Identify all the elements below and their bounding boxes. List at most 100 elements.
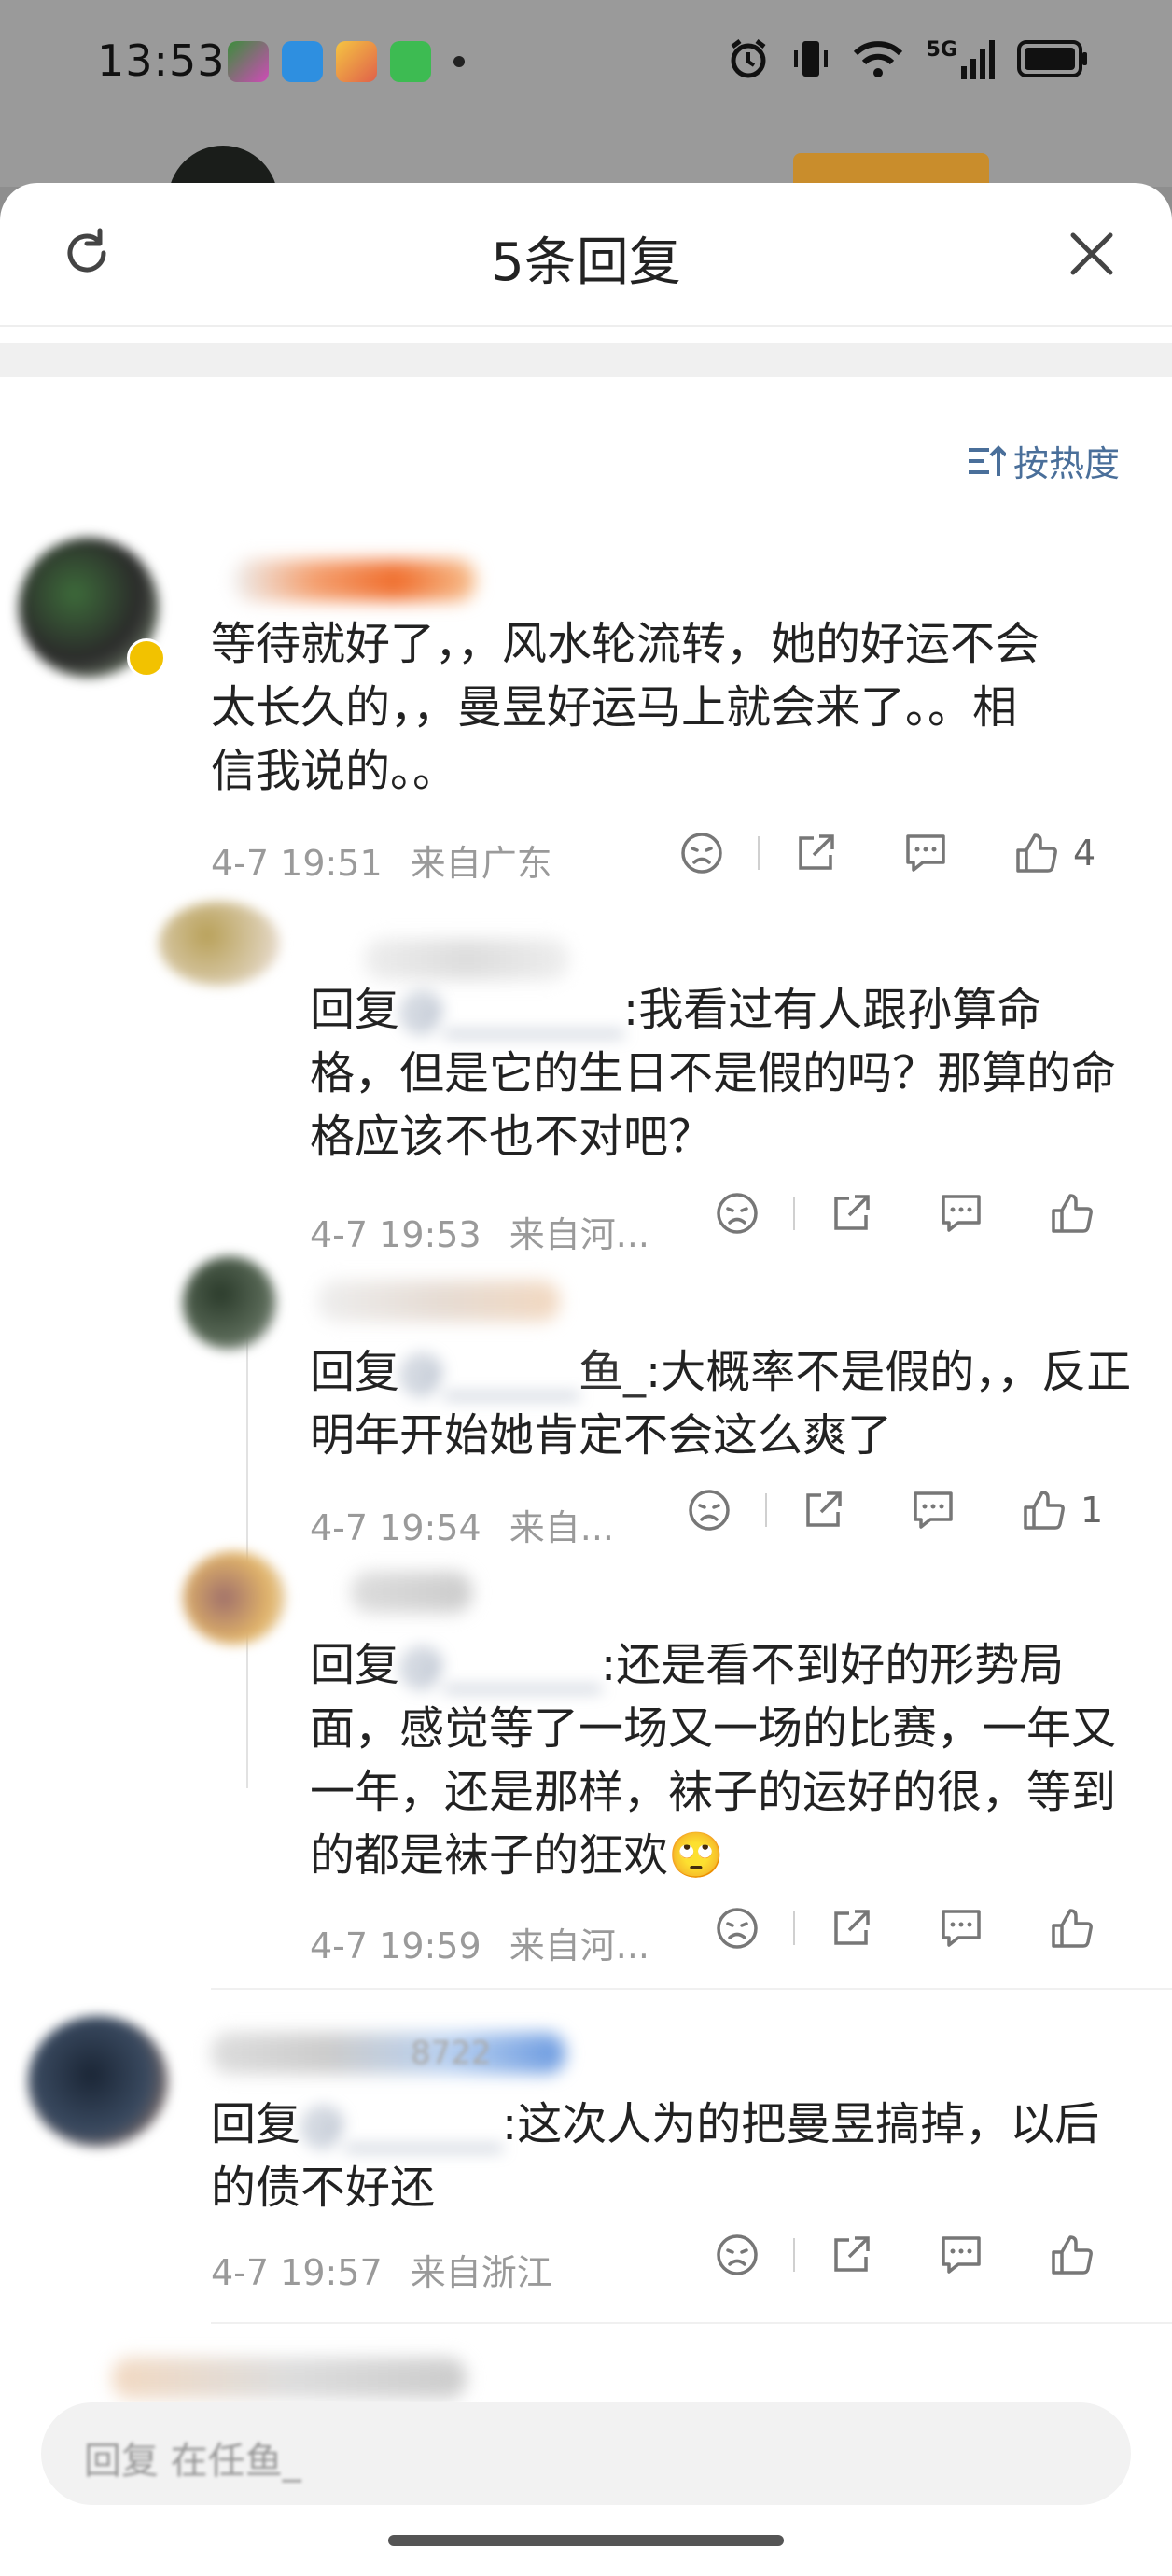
share-button[interactable] — [823, 1900, 879, 1956]
reply-text: 回复@________:我看过有人跟孙算命格，但是它的生日不是假的吗？那算的命格… — [310, 978, 1122, 1169]
like-button[interactable] — [1008, 825, 1064, 881]
battery-icon — [1017, 40, 1087, 77]
reply-prefix: 回复 — [310, 1639, 400, 1691]
wifi-icon — [853, 41, 902, 77]
reply-actions: 1 — [681, 1482, 1103, 1538]
reply-input[interactable]: 回复 在任鱼_ — [41, 2402, 1131, 2505]
reply-prefix: 回复 — [211, 2098, 301, 2150]
reply-input-placeholder: 回复 在任鱼_ — [84, 2440, 301, 2483]
home-indicator — [388, 2535, 784, 2546]
username[interactable] — [317, 1281, 560, 1322]
comment-icon — [942, 1195, 981, 1232]
like-button[interactable] — [1043, 1900, 1099, 1956]
like-button[interactable] — [1015, 1482, 1071, 1538]
divider-band — [0, 343, 1172, 377]
share-button[interactable] — [788, 825, 844, 881]
network-type: 5G — [926, 38, 957, 62]
username[interactable] — [364, 939, 569, 980]
like-count: 4 — [1073, 833, 1096, 874]
vibrate-icon — [793, 41, 828, 77]
dislike-button[interactable] — [709, 2227, 765, 2283]
action-divider — [758, 836, 760, 870]
comment-separator — [211, 2322, 1172, 2324]
action-divider — [793, 1197, 795, 1230]
action-divider — [793, 2238, 795, 2272]
share-icon — [834, 1910, 870, 1945]
comment-location: 来自广东 — [410, 843, 552, 884]
share-button[interactable] — [823, 1185, 879, 1241]
status-time: 13:53 — [97, 35, 226, 86]
like-button[interactable] — [1043, 2227, 1099, 2283]
comment-icon — [942, 1910, 981, 1947]
action-divider — [793, 1911, 795, 1945]
reply-location: 来自河... — [509, 1925, 649, 1967]
reply-mention[interactable]: @_______ — [300, 2093, 502, 2156]
username[interactable] — [351, 1572, 472, 1613]
reply-text: 回复@______鱼_:大概率不是假的，，反正明年开始她肯定不会这么爽了 — [310, 1340, 1140, 1467]
reply-location: 来自河... — [509, 1214, 649, 1255]
reply-actions — [709, 1900, 1109, 1956]
comment-actions — [709, 2227, 1109, 2283]
reply-meta: 4-7 19:53 来自河... — [310, 1206, 649, 1257]
comment-text: 等待就好了，，风水轮流转，她的好运不会太长久的，，曼昱好运马上就会来了。。相信我… — [211, 618, 1040, 797]
thumbs-up-icon — [1052, 1909, 1093, 1948]
share-button[interactable] — [795, 1482, 851, 1538]
app-notification-icon — [390, 41, 431, 82]
verified-badge-icon — [127, 638, 166, 678]
avatar[interactable] — [28, 2016, 168, 2147]
dislike-button[interactable] — [709, 1900, 765, 1956]
comment-time: 4-7 19:51 — [211, 843, 383, 884]
sheet-title: 5条回复 — [491, 232, 681, 293]
sort-icon — [968, 444, 1006, 476]
username[interactable] — [233, 560, 476, 601]
avatar[interactable] — [183, 1551, 286, 1645]
comment-time: 4-7 19:57 — [211, 2252, 383, 2293]
close-button[interactable] — [1062, 224, 1122, 284]
sheet-header: 5条回复 — [0, 183, 1172, 327]
sort-by-hot-button[interactable]: 按热度 — [967, 435, 1120, 486]
status-bar: 13:53 5G — [0, 0, 1172, 131]
share-button[interactable] — [823, 2227, 879, 2283]
thumbs-up-icon — [1016, 833, 1057, 873]
close-icon — [1070, 232, 1113, 275]
notification-icons — [228, 41, 465, 82]
reply-meta: 4-7 19:54 来自... — [310, 1499, 614, 1550]
reply-mention[interactable]: @_______ — [399, 1633, 601, 1697]
comment-meta: 4-7 19:57 来自浙江 — [211, 2244, 552, 2295]
comment-icon — [906, 834, 945, 872]
status-right: 5G — [727, 37, 1088, 80]
share-icon — [834, 1195, 870, 1230]
mention-text: 鱼_ — [579, 1346, 647, 1398]
signal-indicator: 5G — [927, 38, 995, 79]
reply-button[interactable] — [933, 1185, 989, 1241]
dislike-icon — [717, 2234, 758, 2275]
reply-time: 4-7 19:53 — [310, 1214, 481, 1255]
reply-button[interactable] — [933, 1900, 989, 1956]
username[interactable] — [211, 2033, 565, 2074]
comment-location: 来自浙江 — [410, 2252, 552, 2293]
comment-icon — [942, 2236, 981, 2274]
dislike-button[interactable] — [674, 825, 730, 881]
reply-button[interactable] — [905, 1482, 961, 1538]
avatar[interactable] — [159, 902, 280, 986]
reply-mention[interactable]: @______ — [399, 1340, 579, 1404]
dislike-button[interactable] — [709, 1185, 765, 1241]
reply-mention[interactable]: @________ — [399, 978, 623, 1042]
reply-button[interactable] — [933, 2227, 989, 2283]
username-partial: 8722 — [411, 2035, 492, 2072]
dislike-button[interactable] — [681, 1482, 737, 1538]
sort-label: 按热度 — [1012, 443, 1120, 484]
like-button[interactable] — [1043, 1185, 1099, 1241]
like-count: 1 — [1081, 1490, 1104, 1531]
dislike-icon — [689, 1490, 730, 1531]
reply-meta: 4-7 19:59 来自河... — [310, 1917, 649, 1968]
share-icon — [834, 2236, 870, 2272]
thumbs-up-icon — [1052, 2235, 1093, 2275]
reply-prefix: 回复 — [310, 984, 400, 1036]
reply-text: 回复@_______:还是看不到好的形势局面，感觉等了一场又一场的比赛，一年又一… — [310, 1633, 1131, 1887]
mention-text: @ — [399, 984, 445, 1036]
reply-button[interactable] — [898, 825, 954, 881]
reply-time: 4-7 19:54 — [310, 1507, 481, 1548]
reply-prefix: 回复 — [310, 1346, 400, 1398]
avatar[interactable] — [183, 1256, 276, 1350]
